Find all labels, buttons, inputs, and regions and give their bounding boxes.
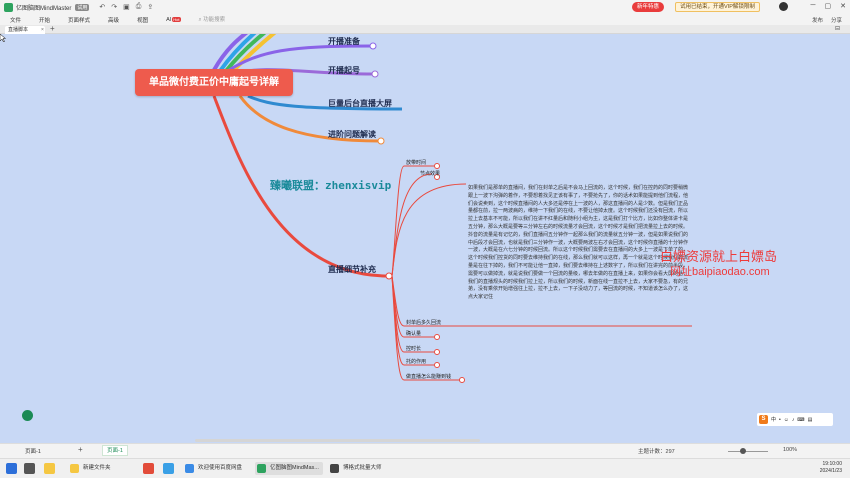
menu-start[interactable]: 开始 [39, 16, 50, 24]
taskbar-baidu-netdisk[interactable]: 欢迎使用百度网盘 [183, 462, 246, 475]
title-bar: 亿图脑图MindMaster 试用 ↶ ↷ ▣ ⎙ ⇪ 新年特惠 试用已结束，开… [0, 0, 850, 14]
menu-file[interactable]: 文件 [10, 16, 21, 24]
topic-count: 主题计数：297 [638, 447, 675, 455]
close-icon[interactable]: ✕ [840, 2, 846, 10]
add-tab-button[interactable]: + [50, 24, 55, 33]
print-icon[interactable]: ⎙ [136, 3, 142, 11]
tab-close-icon[interactable]: × [41, 26, 44, 34]
quick-access-toolbar: ↶ ↷ ▣ ⎙ ⇪ [99, 3, 153, 11]
status-bar: 页面-1 + 页面-1 主题计数：297 100% [0, 443, 850, 458]
save-icon[interactable]: ▣ [123, 3, 130, 11]
mindmaster-logo-icon [4, 2, 13, 12]
page-tab-active[interactable]: 页面-1 [102, 445, 128, 456]
taskbar-format-tool[interactable]: 博格式批量大师 [328, 462, 386, 475]
mindmap-branches [212, 34, 692, 383]
ime-punct-icon[interactable]: • [779, 417, 781, 423]
ime-emoji-icon[interactable]: ☺ [784, 417, 789, 423]
vip-badge[interactable]: 试用 [75, 3, 90, 11]
app-icon[interactable] [163, 463, 174, 474]
central-topic[interactable]: 单品微付费正价中庸起号详解 [135, 69, 293, 96]
mindmaster-taskbar-icon [257, 464, 266, 473]
topic-live-details[interactable]: 直播细节补充 [328, 264, 376, 275]
ime-skin-icon[interactable]: ▤ [808, 417, 813, 423]
search-taskbar-icon[interactable] [24, 463, 35, 474]
start-menu-icon[interactable] [6, 463, 17, 474]
taskbar-format-tool-label: 博格式批量大师 [343, 465, 382, 471]
subtopic-node-effect[interactable]: 节点效果 [420, 170, 440, 177]
app-title: 亿图脑图MindMaster [16, 5, 72, 12]
taskbar-baidu-netdisk-label: 欢迎使用百度网盘 [198, 465, 243, 471]
horizontal-scrollbar[interactable] [195, 439, 480, 442]
subtopic-shill-role[interactable]: 托的作用 [406, 358, 426, 365]
subtopic-control-duration[interactable]: 控时长 [406, 345, 421, 352]
os-taskbar: 新建文件夹 欢迎使用百度网盘 亿图脑图MindMas... 博格式批量大师 19… [0, 458, 850, 478]
trial-upgrade-button[interactable]: 试用已结束，开通VIP解锁限制 [675, 2, 760, 12]
mouse-cursor-icon [0, 34, 6, 42]
taskbar-new-folder-label: 新建文件夹 [83, 465, 111, 471]
ime-mic-icon[interactable]: ♪ [792, 417, 795, 423]
taskbar-mindmaster[interactable]: 亿图脑图MindMas... [255, 462, 323, 475]
clock-date: 2024/1/23 [819, 468, 842, 474]
subtopic-reflow-time[interactable]: 封单后多久回流 [406, 319, 441, 326]
menu-right-group: 发布 分享 [812, 16, 842, 24]
minimize-icon[interactable]: ─ [811, 2, 816, 10]
menu-ai-label: AI [166, 16, 172, 23]
watermark-cyan: 臻曦联盟：zhenxisvip [270, 179, 392, 192]
watermark-red-line2: 网址baipiaodao.com [670, 266, 770, 278]
share-button[interactable]: 分享 [831, 16, 842, 24]
topic-dashboard[interactable]: 巨量后台直播大屏 [328, 98, 392, 109]
taskbar-new-folder[interactable]: 新建文件夹 [68, 462, 115, 475]
menu-page-style[interactable]: 页面样式 [68, 16, 90, 24]
chrome-icon[interactable] [143, 463, 154, 474]
publish-button[interactable]: 发布 [812, 16, 823, 24]
user-avatar[interactable] [779, 2, 788, 11]
file-explorer-icon[interactable] [44, 463, 55, 474]
undo-icon[interactable]: ↶ [99, 3, 105, 11]
feature-search-input[interactable]: ⌕ 功能搜索 [199, 15, 226, 24]
clock-time: 19:10:00 [822, 461, 842, 467]
export-icon[interactable]: ⇪ [147, 3, 153, 11]
promo-button[interactable]: 新年特惠 [632, 2, 665, 12]
subtopic-broadcast-time[interactable]: 放带时间 [406, 159, 426, 166]
baidu-netdisk-icon [185, 464, 194, 473]
subtopic-make-money[interactable]: 做直播怎么能赚到钱 [406, 373, 451, 380]
topic-count-label: 主题计数： [638, 449, 666, 455]
window-controls: ─ ▢ ✕ [811, 2, 846, 10]
menu-ai[interactable]: AI Hot [166, 16, 181, 23]
ime-chinese-icon[interactable]: 中 [771, 416, 776, 423]
search-placeholder: 功能搜索 [203, 17, 226, 23]
ime-keyboard-icon[interactable]: ⌨ [797, 417, 804, 423]
zoom-slider-handle[interactable] [740, 448, 746, 454]
menu-view[interactable]: 视图 [137, 16, 148, 24]
topic-count-value: 297 [665, 449, 675, 455]
zoom-slider[interactable] [728, 451, 768, 452]
taskbar-mindmaster-label: 亿图脑图MindMas... [270, 465, 319, 471]
redo-icon[interactable]: ↷ [111, 3, 117, 11]
ime-toolbar[interactable]: S 中 • ☺ ♪ ⌨ ▤ [757, 413, 833, 426]
topic-note[interactable]: 如果我们是那单的直播间，我们在封单之后是不会马上回流的，这个时候，我们在控药的同… [468, 185, 692, 302]
ai-hot-badge: Hot [172, 16, 181, 22]
topic-launch-start[interactable]: 开播起号 [328, 65, 360, 76]
sogou-ime-icon[interactable]: S [759, 415, 768, 424]
menu-advanced[interactable]: 高级 [108, 16, 119, 24]
folder-icon [70, 464, 79, 473]
document-tab-bar: 直播脚本 × + ⊟ [0, 24, 850, 34]
tab-document-label: 直播脚本 [8, 27, 29, 33]
page-selector[interactable]: 页面-1 [25, 447, 41, 455]
subtopic-confirm-volume[interactable]: 确认量 [406, 330, 421, 337]
format-tool-icon [330, 464, 339, 473]
add-page-button[interactable]: + [78, 445, 83, 454]
mindmap-canvas[interactable]: 单品微付费正价中庸起号详解 开播准备 开播起号 巨量后台直播大屏 进阶问题解读 … [0, 34, 850, 443]
zoom-level[interactable]: 100% [783, 447, 797, 453]
menu-bar: 文件 开始 页面样式 高级 视图 AI Hot ⌕ 功能搜索 发布 分享 [0, 14, 850, 25]
topic-launch-prep[interactable]: 开播准备 [328, 36, 360, 47]
panel-toggle-icon[interactable]: ⊟ [835, 25, 840, 32]
topic-advanced-qa[interactable]: 进阶问题解读 [328, 129, 376, 140]
maximize-icon[interactable]: ▢ [825, 2, 832, 10]
tab-document[interactable]: 直播脚本 × [5, 26, 45, 34]
system-clock[interactable]: 19:10:00 2024/1/23 [820, 461, 842, 475]
assistant-float-button[interactable] [22, 410, 33, 421]
